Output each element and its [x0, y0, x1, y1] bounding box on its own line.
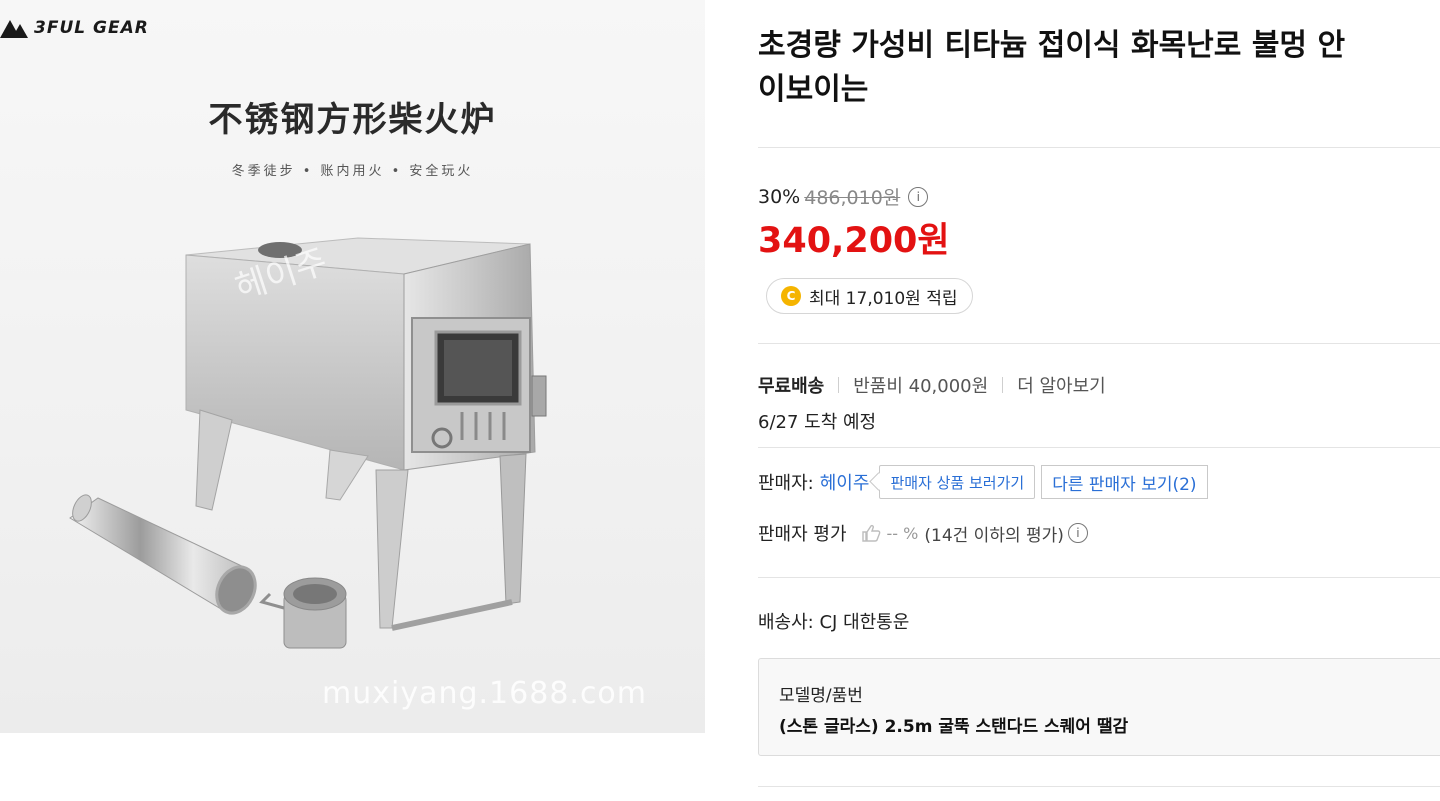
price-info-icon[interactable]: i	[908, 186, 929, 207]
image-watermark: muxiyang.1688.com	[322, 676, 648, 711]
product-title-line-1: 초경량 가성비 티타늄 접이식 화목난로 불멍 안	[758, 28, 1346, 63]
other-sellers-button[interactable]: 다른 판매자 보기(2)	[1041, 465, 1208, 499]
divider	[758, 786, 1440, 787]
separator	[1002, 377, 1004, 393]
product-info-panel: 초경량 가성비 티타늄 접이식 화목난로 불멍 안 이보이는 30% 486,0…	[758, 0, 1440, 801]
divider	[758, 577, 1440, 578]
seller-rating-row: 판매자 평가 -- % (14건 이하의 평가) i	[758, 520, 1088, 546]
seller-rating-value: -- %	[886, 523, 919, 543]
product-title: 초경량 가성비 티타늄 접이식 화목난로 불멍 안 이보이는	[758, 24, 1440, 112]
shipping-row: 무료배송 반품비 40,000원 더 알아보기	[758, 372, 1106, 398]
sale-price: 340,200원	[758, 221, 950, 261]
model-option-box[interactable]: 모델명/품번 (스톤 글라스) 2.5m 굴뚝 스탠다드 스퀘어 땔감	[758, 658, 1440, 756]
seller-row: 판매자: 헤이주 판매자 상품 보러가기 다른 판매자 보기(2)	[758, 464, 1208, 500]
free-shipping-label: 무료배송	[758, 376, 825, 397]
model-value: (스톤 글라스) 2.5m 굴뚝 스탠다드 스퀘어 땔감	[779, 717, 1129, 737]
arrival-estimate: 6/27 도착 예정	[758, 412, 877, 433]
discount-rate: 30%	[758, 185, 801, 208]
divider	[758, 147, 1440, 148]
seller-name-link[interactable]: 헤이주	[820, 469, 870, 495]
product-title-line-2: 이보이는	[758, 72, 869, 107]
rating-info-icon[interactable]: i	[1067, 523, 1088, 543]
divider	[758, 447, 1440, 448]
original-price: 486,010원	[804, 187, 901, 209]
seller-label: 판매자:	[758, 473, 814, 494]
discount-row: 30% 486,010원 i	[758, 183, 929, 210]
return-fee: 반품비 40,000원	[853, 376, 989, 397]
thumbs-up-icon	[861, 524, 880, 542]
reward-points-badge[interactable]: C 최대 17,010원 적립	[766, 278, 973, 314]
coin-icon: C	[781, 286, 801, 306]
delivery-carrier: 배송사: CJ 대한통운	[758, 612, 910, 633]
divider	[758, 343, 1440, 344]
seller-rating-label: 판매자 평가	[758, 524, 847, 545]
reward-points-text: 최대 17,010원 적립	[809, 288, 958, 309]
product-image[interactable]: 3FUL GEAR 不锈钢方形柴火炉 冬季徒步 • 账内用火 • 安全玩火 헤이…	[0, 0, 705, 733]
separator	[838, 377, 840, 393]
seller-products-button[interactable]: 판매자 상품 보러가기	[879, 465, 1036, 499]
shipping-more-link[interactable]: 더 알아보기	[1017, 372, 1106, 398]
stove-illustration: 헤이주	[69, 237, 547, 649]
model-label: 모델명/품번	[779, 686, 863, 706]
seller-rating-note: (14건 이하의 평가)	[924, 525, 1064, 546]
